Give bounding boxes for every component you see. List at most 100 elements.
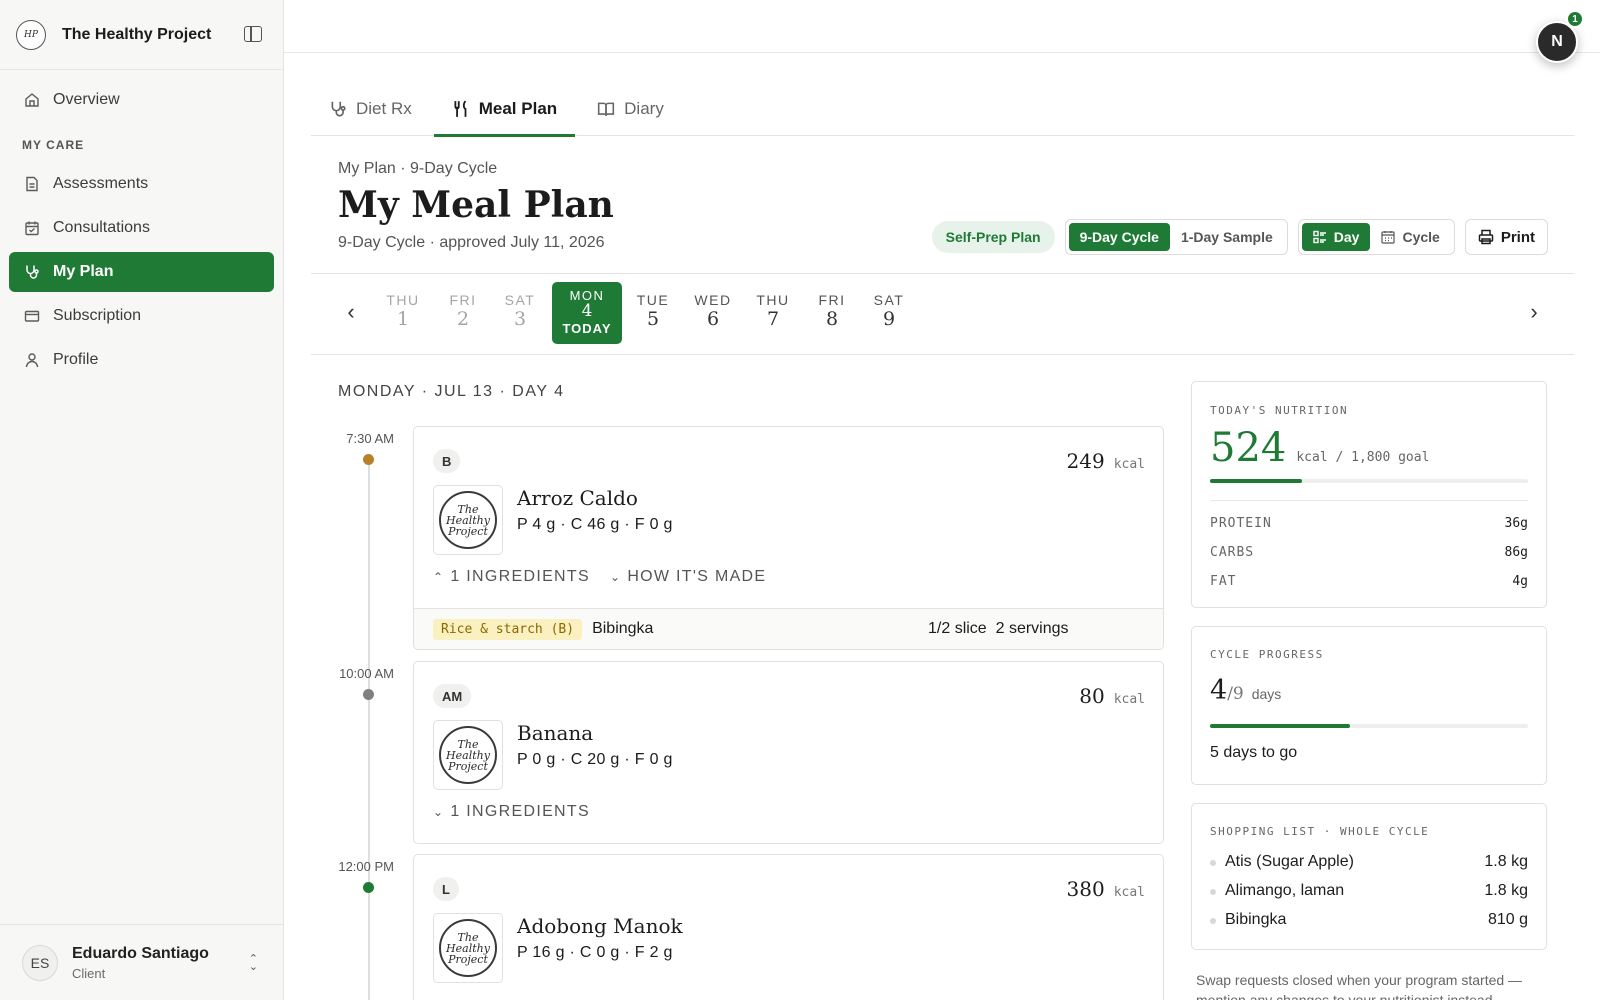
day-number: 8 bbox=[825, 308, 839, 330]
printer-icon bbox=[1478, 229, 1494, 245]
meal-macros: P 16 g · C 0 g · F 2 g bbox=[517, 944, 673, 961]
nutrition-panel: TODAY'S NUTRITION 524 kcal / 1,800 goal … bbox=[1191, 381, 1547, 608]
book-icon bbox=[598, 102, 615, 116]
meal-card: AM 80 kcal The Healthy Project Banana P 0 … bbox=[413, 661, 1164, 844]
cycle-total: /9 bbox=[1227, 684, 1244, 704]
day-1[interactable]: THU 1 bbox=[374, 282, 432, 344]
brand-logo-icon: The Healthy Project bbox=[439, 919, 497, 977]
chevron-left-icon[interactable]: ‹ bbox=[339, 299, 363, 324]
day-5[interactable]: TUE 5 bbox=[624, 282, 682, 344]
kcal-goal: kcal / 1,800 goal bbox=[1296, 450, 1430, 465]
day-name: WED bbox=[694, 292, 732, 308]
timeline-line bbox=[368, 460, 370, 1000]
day-9[interactable]: SAT 9 bbox=[860, 282, 918, 344]
meal-name: Banana bbox=[517, 721, 594, 745]
sidebar-collapse-icon[interactable] bbox=[244, 26, 262, 42]
brand-name: The Healthy Project bbox=[62, 25, 212, 43]
meal-macros: P 0 g · C 20 g · F 0 g bbox=[517, 751, 673, 768]
meal-actions: ⌄ 1 INGREDIENTS bbox=[433, 803, 610, 821]
day-number: 9 bbox=[882, 308, 896, 330]
day-number: 5 bbox=[646, 308, 660, 330]
sidebar-item-label: Assessments bbox=[53, 175, 149, 192]
cycle-label: CYCLE PROGRESS bbox=[1210, 648, 1324, 661]
view-toggle: Day Cycle bbox=[1297, 219, 1455, 255]
timeline-dot bbox=[363, 454, 374, 465]
ingredients-toggle[interactable]: ⌄ 1 INGREDIENTS bbox=[433, 803, 590, 821]
shopping-item: Atis (Sugar Apple) 1.8 kg bbox=[1210, 853, 1528, 871]
topbar bbox=[284, 0, 1600, 53]
card-icon bbox=[24, 310, 40, 322]
kcal-unit: kcal bbox=[1113, 457, 1145, 472]
ingredient-row: Rice & starch (B) Bibingka 1/2 slice 2 s… bbox=[414, 608, 1163, 649]
day-number: 4 bbox=[581, 301, 593, 321]
sidebar: HP The Healthy Project Overview MY CARE … bbox=[0, 0, 284, 1000]
tab-meal-plan[interactable]: Meal Plan bbox=[433, 82, 576, 137]
notification-badge: 1 bbox=[1566, 10, 1584, 28]
kcal-total: 524 bbox=[1210, 425, 1287, 471]
nutrition-progress-fill bbox=[1210, 479, 1303, 483]
ingredients-toggle[interactable]: ⌃ 1 INGREDIENTS bbox=[433, 568, 590, 586]
sidebar-item-consultations[interactable]: Consultations bbox=[9, 208, 274, 248]
meal-card: L 380 kcal The Healthy Project Adobong Man… bbox=[413, 854, 1164, 1000]
meal-kcal: 249 kcal bbox=[1067, 449, 1146, 473]
sidebar-item-label: Subscription bbox=[53, 307, 142, 324]
meal-image[interactable]: The Healthy Project bbox=[433, 485, 503, 555]
ingredient-name: Bibingka bbox=[592, 620, 654, 637]
view-toggle-label: Day bbox=[1333, 229, 1360, 245]
meal-time: 12:00 PM bbox=[338, 859, 394, 874]
sidebar-item-overview[interactable]: Overview bbox=[9, 80, 274, 120]
view-toggle-day[interactable]: Day bbox=[1301, 223, 1371, 251]
shopping-item-qty: 810 g bbox=[1487, 911, 1528, 928]
macro-value: 36g bbox=[1504, 516, 1528, 531]
meal-image[interactable]: The Healthy Project bbox=[433, 913, 503, 983]
timeline-dot bbox=[363, 882, 374, 893]
view-toggle-cycle[interactable]: Cycle bbox=[1370, 223, 1450, 251]
utensils-icon bbox=[454, 100, 467, 117]
day-2[interactable]: FRI 2 bbox=[434, 282, 492, 344]
chevron-right-icon[interactable]: › bbox=[1522, 299, 1546, 324]
sidebar-item-subscription[interactable]: Subscription bbox=[9, 296, 274, 336]
ingredients-label: 1 INGREDIENTS bbox=[450, 568, 590, 585]
cycle-toggle-9-day[interactable]: 9-Day Cycle bbox=[1068, 223, 1170, 251]
day-3[interactable]: SAT 3 bbox=[491, 282, 549, 344]
meal-macros: P 4 g · C 46 g · F 0 g bbox=[517, 516, 673, 533]
stethoscope-icon bbox=[26, 265, 39, 279]
how-its-made-toggle[interactable]: ⌄ HOW IT'S MADE bbox=[610, 568, 766, 586]
kcal-value: 80 bbox=[1079, 684, 1105, 708]
how-its-made-label: HOW IT'S MADE bbox=[627, 568, 767, 585]
swap-note: Swap requests closed when your program s… bbox=[1196, 972, 1523, 1000]
view-toggle-label: Cycle bbox=[1402, 229, 1440, 245]
day-6[interactable]: WED 6 bbox=[684, 282, 742, 344]
user-role: Client bbox=[72, 965, 106, 981]
sidebar-nav: Overview MY CARE Assessments Consultatio… bbox=[0, 70, 283, 394]
user-menu[interactable]: ES Eduardo Santiago Client ⌃ ⌄ bbox=[0, 924, 284, 1000]
sidebar-item-label: Profile bbox=[53, 351, 99, 368]
meal-name: Adobong Manok bbox=[517, 914, 683, 938]
meal-kcal: 80 kcal bbox=[1079, 684, 1145, 708]
sidebar-item-assessments[interactable]: Assessments bbox=[9, 164, 274, 204]
day-8[interactable]: FRI 8 bbox=[803, 282, 861, 344]
sidebar-item-my-plan[interactable]: My Plan bbox=[9, 252, 274, 292]
day-name: THU bbox=[756, 292, 790, 308]
tab-diary[interactable]: Diary bbox=[579, 82, 682, 136]
cycle-toggle-1-day[interactable]: 1-Day Sample bbox=[1170, 223, 1284, 251]
shopping-label: SHOPPING LIST · WHOLE CYCLE bbox=[1210, 825, 1430, 838]
print-button[interactable]: Print bbox=[1464, 219, 1548, 255]
day-7[interactable]: THU 7 bbox=[744, 282, 802, 344]
brand-logo[interactable]: HP bbox=[16, 19, 46, 50]
kcal-unit: kcal bbox=[1113, 692, 1145, 707]
plan-type-badge: Self-Prep Plan bbox=[931, 221, 1055, 253]
page-subtitle: 9-Day Cycle · approved July 11, 2026 bbox=[338, 234, 605, 251]
nutrition-label: TODAY'S NUTRITION bbox=[1210, 404, 1349, 417]
meal-kcal: 380 kcal bbox=[1067, 877, 1146, 901]
tab-diet-rx[interactable]: Diet Rx bbox=[311, 82, 430, 136]
sidebar-item-label: My Plan bbox=[53, 263, 114, 280]
day-name: THU bbox=[386, 292, 420, 308]
sidebar-item-profile[interactable]: Profile bbox=[9, 340, 274, 380]
cycle-progress-fill bbox=[1210, 724, 1350, 728]
meal-image[interactable]: The Healthy Project bbox=[433, 720, 503, 790]
day-4-today[interactable]: MON 4 TODAY bbox=[552, 282, 622, 344]
sidebar-item-label: Overview bbox=[53, 91, 120, 108]
ingredient-category: Rice & starch (B) bbox=[433, 618, 583, 640]
brand-header: HP The Healthy Project bbox=[0, 0, 283, 70]
